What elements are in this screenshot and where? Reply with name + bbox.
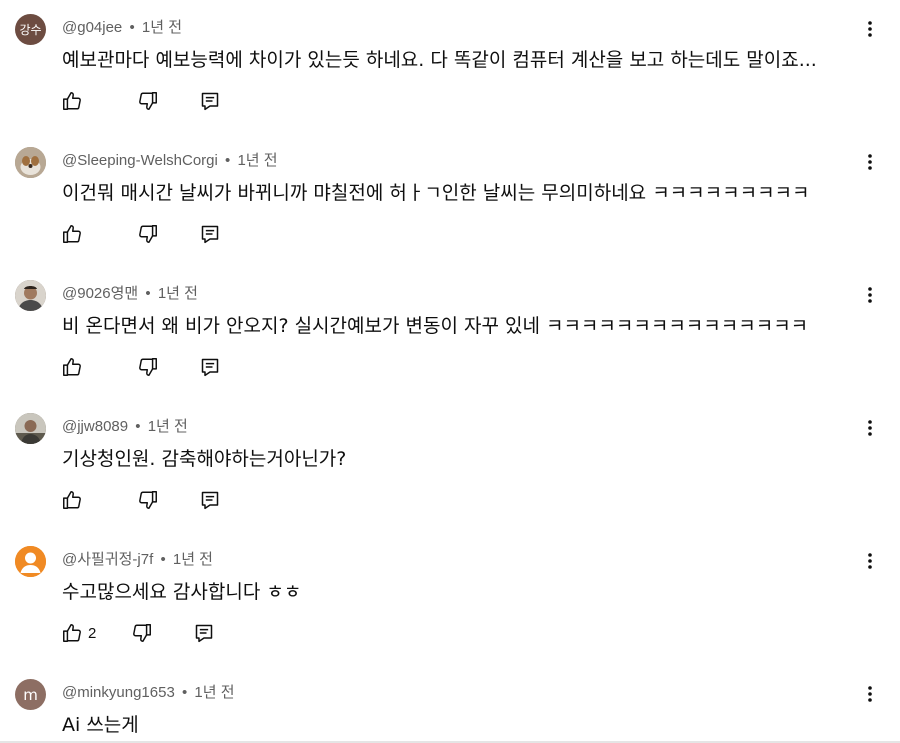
comment-actions <box>60 354 222 380</box>
avatar[interactable]: 강수 <box>15 14 46 45</box>
meta-separator: • <box>181 684 188 701</box>
reply-icon <box>201 92 219 111</box>
more-options-button[interactable] <box>858 283 882 307</box>
reply-button[interactable] <box>198 89 222 113</box>
more-options-button[interactable] <box>858 150 882 174</box>
comment-meta: @minkyung1653 • 1년 전 <box>62 681 235 702</box>
avatar[interactable] <box>15 280 46 311</box>
comment-item: @9026영맨 • 1년 전 비 온다면서 왜 비가 안오지? 실시간예보가 변… <box>0 266 900 399</box>
dislike-icon <box>139 491 157 509</box>
comment-item: @jjw8089 • 1년 전 기상청인원. 감축해야하는거아닌가? <box>0 399 900 532</box>
comment-time[interactable]: 1년 전 <box>148 418 188 435</box>
like-icon <box>63 358 81 376</box>
comment-author[interactable]: @jjw8089 <box>62 418 128 435</box>
like-button[interactable] <box>60 222 84 246</box>
person-photo-icon <box>15 280 46 311</box>
comment-author[interactable]: @사필귀정-j7f <box>62 551 153 568</box>
dislike-button[interactable] <box>136 222 160 246</box>
comment-text: 비 온다면서 왜 비가 안오지? 실시간예보가 변동이 자꾸 있네 ㅋㅋㅋㅋㅋㅋ… <box>62 315 809 337</box>
comment-actions <box>60 221 222 247</box>
more-options-button[interactable] <box>858 416 882 440</box>
comment-text: 이건뭐 매시간 날씨가 바뀌니까 먀칠전에 허ㅏㄱ인한 날씨는 무의미하네요 ㅋ… <box>62 182 810 204</box>
more-vert-icon <box>868 154 872 170</box>
comment-text: 예보관마다 예보능력에 차이가 있는듯 하네요. 다 똑같이 컴퓨터 계산을 보… <box>62 49 817 71</box>
more-vert-icon <box>868 21 872 37</box>
comment-actions <box>60 88 222 114</box>
comment-text: 수고많으세요 감사합니다 ㅎㅎ <box>62 581 302 603</box>
comment-time[interactable]: 1년 전 <box>237 152 277 169</box>
like-icon <box>63 225 81 243</box>
more-vert-icon <box>868 553 872 569</box>
more-options-button[interactable] <box>858 17 882 41</box>
meta-separator: • <box>135 418 141 435</box>
person-photo-icon <box>15 413 46 444</box>
more-options-button[interactable] <box>858 549 882 573</box>
avatar[interactable] <box>15 147 46 178</box>
comment-author[interactable]: @9026영맨 <box>62 285 138 302</box>
person-icon <box>15 546 46 577</box>
like-icon <box>63 92 81 110</box>
more-vert-icon <box>868 420 872 436</box>
comment-meta: @jjw8089 • 1년 전 <box>62 415 188 436</box>
dislike-button[interactable] <box>136 488 160 512</box>
more-vert-icon <box>868 287 872 303</box>
dislike-button[interactable] <box>136 355 160 379</box>
dislike-button[interactable] <box>130 621 154 645</box>
dislike-icon <box>139 92 157 110</box>
meta-separator: • <box>225 152 231 169</box>
meta-separator: • <box>129 19 135 36</box>
more-options-button[interactable] <box>858 682 882 706</box>
comment-time[interactable]: 1년 전 <box>158 285 198 302</box>
more-vert-icon <box>868 686 872 702</box>
like-icon <box>63 624 81 642</box>
reply-button[interactable] <box>192 621 216 645</box>
comment-author[interactable]: @g04jee <box>62 19 122 36</box>
reply-button[interactable] <box>198 355 222 379</box>
comment-meta: @g04jee • 1년 전 <box>62 16 182 37</box>
comment-actions: 2 <box>60 620 216 646</box>
like-button[interactable] <box>60 355 84 379</box>
meta-separator: • <box>160 551 166 568</box>
comment-author[interactable]: @Sleeping-WelshCorgi <box>62 152 218 169</box>
dog-photo-icon <box>15 147 46 178</box>
comment-actions <box>60 487 222 513</box>
meta-separator: • <box>145 285 151 302</box>
comment-item: m @minkyung1653 • 1년 전 Ai 쓰는게 <box>0 665 900 741</box>
comment-text: Ai 쓰는게 <box>62 714 139 736</box>
reply-button[interactable] <box>198 222 222 246</box>
avatar-initials: 강수 <box>19 23 42 37</box>
comment-time[interactable]: 1년 전 <box>173 551 213 568</box>
like-button[interactable] <box>60 89 84 113</box>
reply-icon <box>201 358 219 377</box>
reply-button[interactable] <box>198 488 222 512</box>
dislike-button[interactable] <box>136 89 160 113</box>
avatar[interactable] <box>15 546 46 577</box>
comment-time[interactable]: 1년 전 <box>194 684 234 701</box>
comment-author[interactable]: @minkyung1653 <box>62 684 175 701</box>
comment-meta: @사필귀정-j7f • 1년 전 <box>62 548 213 569</box>
dislike-icon <box>139 225 157 243</box>
dislike-icon <box>133 624 152 642</box>
avatar[interactable]: m <box>15 679 46 710</box>
comment-text: 기상청인원. 감축해야하는거아닌가? <box>62 448 347 470</box>
comment-time[interactable]: 1년 전 <box>142 19 182 36</box>
comment-item: @Sleeping-WelshCorgi • 1년 전 이건뭐 매시간 날씨가 … <box>0 133 900 266</box>
like-icon <box>63 491 81 509</box>
comment-meta: @9026영맨 • 1년 전 <box>62 282 198 303</box>
like-count: 2 <box>88 624 97 642</box>
avatar[interactable] <box>15 413 46 444</box>
reply-icon <box>201 225 219 244</box>
dislike-icon <box>139 358 157 376</box>
comment-item: 강수 @g04jee • 1년 전 예보관마다 예보능력에 차이가 있는듯 하네… <box>0 0 900 133</box>
comment-meta: @Sleeping-WelshCorgi • 1년 전 <box>62 149 278 170</box>
avatar-initials: m <box>23 685 38 704</box>
comment-item: @사필귀정-j7f • 1년 전 수고많으세요 감사합니다 ㅎㅎ 2 <box>0 532 900 665</box>
like-button[interactable] <box>60 621 84 645</box>
reply-icon <box>196 624 213 643</box>
reply-icon <box>201 491 219 510</box>
like-button[interactable] <box>60 488 84 512</box>
